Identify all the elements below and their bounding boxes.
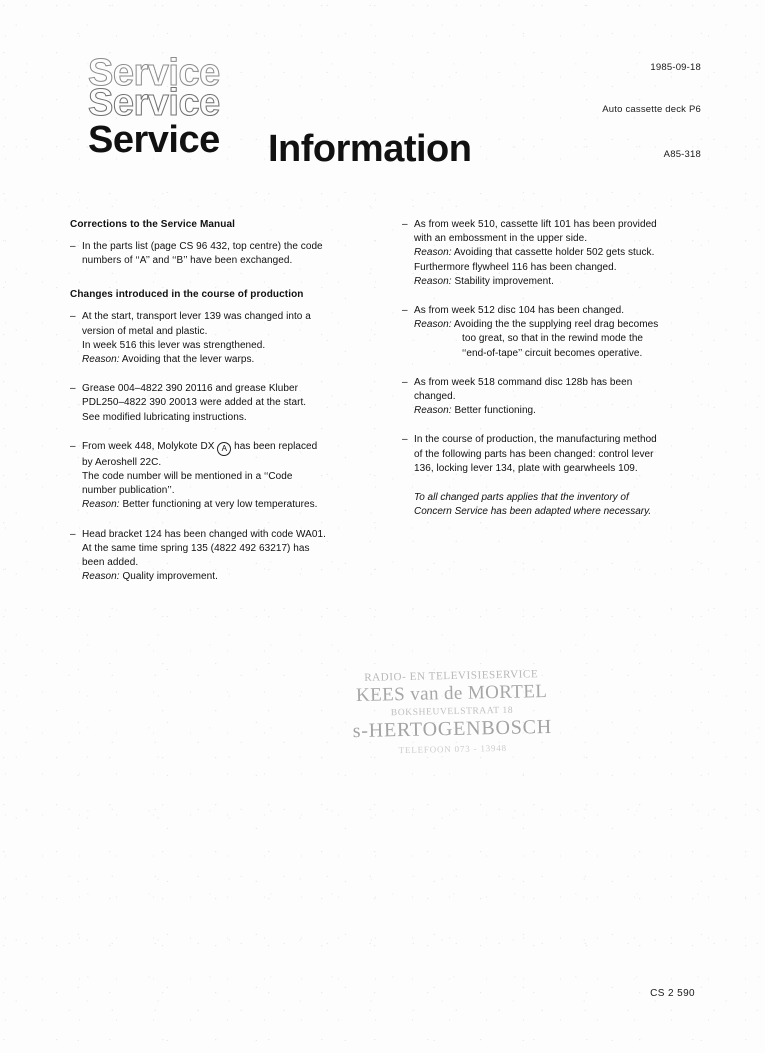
list-item: – Head bracket 124 has been changed with…: [70, 528, 368, 585]
item-line: In the parts list (page CS 96 432, top c…: [82, 241, 323, 252]
reason-label: Reason:: [82, 499, 120, 511]
page-title: Information: [268, 128, 472, 170]
stamp-line-city: s-HERTOGENBOSCH: [352, 715, 553, 743]
document-date: 1985-09-18: [650, 62, 701, 73]
circled-a-icon: A: [217, 441, 232, 456]
bullet-dash: –: [70, 528, 76, 540]
reason-text: Avoiding that cassette holder 502 gets s…: [451, 247, 655, 259]
bullet-dash: –: [402, 376, 408, 388]
list-item: – As from week 510, cassette lift 101 ha…: [402, 218, 700, 289]
reason-text: Better functioning at very low temperatu…: [119, 499, 318, 511]
reason-label: Reason:: [414, 275, 452, 287]
list-item: – As from week 512 disc 104 has been cha…: [402, 304, 700, 361]
body-columns: Corrections to the Service Manual – In t…: [70, 218, 700, 599]
document-code: A85-318: [663, 149, 701, 160]
item-line: numbers of ‘‘A’’ and ‘‘B’’ have been exc…: [82, 255, 293, 267]
item-line: From week 448, Molykote DX A has been re…: [82, 440, 368, 456]
bullet-dash: –: [70, 440, 76, 452]
item-line: In the course of production, the manufac…: [414, 434, 657, 446]
reason-label: Reason:: [414, 319, 452, 331]
reason-text: Avoiding that the lever warps.: [119, 354, 255, 366]
item-line: number publication’’.: [82, 485, 175, 497]
reason-text: Stability improvement.: [451, 275, 554, 287]
item-line: Head bracket 124 has been changed with c…: [82, 528, 326, 540]
item-line: Grease 004–4822 390 20116 and grease Klu…: [82, 383, 299, 395]
item-line: 136, locking lever 134, plate with gearw…: [414, 462, 638, 474]
reason-line: Reason: Quality improvement.: [82, 570, 368, 584]
reason-line: Reason: Avoiding that cassette holder 50…: [414, 246, 700, 260]
bullet-dash: –: [402, 219, 408, 230]
section-heading-corrections: Corrections to the Service Manual: [70, 219, 236, 230]
item-line: At the same time spring 135 (4822 492 63…: [82, 542, 310, 554]
document-page: Service Service Service Information 1985…: [0, 0, 765, 1053]
reason-line: Reason: Stability improvement.: [414, 275, 700, 289]
masthead-ghost-word-2: Service: [88, 82, 221, 124]
reason-line: Reason: Better functioning at very low t…: [82, 498, 368, 512]
item-line: As from week 510, cassette lift 101 has …: [414, 219, 657, 230]
list-item: – In the parts list (page CS 96 432, top…: [70, 240, 368, 268]
bullet-dash: –: [402, 305, 408, 317]
reason-label: Reason:: [414, 247, 452, 259]
closing-note-line: Concern Service has been adapted where n…: [414, 506, 652, 518]
item-line: by Aeroshell 22C.: [82, 456, 162, 468]
closing-note-line: To all changed parts applies that the in…: [414, 492, 629, 504]
footer-document-code: CS 2 590: [650, 988, 695, 999]
reason-line: Reason: Avoiding the the supplying reel …: [414, 318, 700, 332]
bullet-dash: –: [70, 241, 76, 252]
closing-note: To all changed parts applies that the in…: [402, 491, 700, 519]
reason-label: Reason:: [82, 354, 120, 366]
item-line-text: has been replaced: [231, 440, 318, 452]
reason-text: Avoiding the the supplying reel drag bec…: [451, 319, 659, 331]
item-line-text: From week 448, Molykote DX: [82, 440, 218, 452]
item-line: In week 516 this lever was strengthened.: [82, 339, 266, 351]
item-line: At the start, transport lever 139 was ch…: [82, 311, 311, 323]
reason-text: Better functioning.: [451, 405, 536, 417]
item-line: As from week 518 command disc 128b has b…: [414, 376, 633, 388]
item-line: Furthermore flywheel 116 has been change…: [414, 261, 617, 273]
left-column: Corrections to the Service Manual – In t…: [70, 218, 368, 599]
item-line: version of metal and plastic.: [82, 325, 208, 337]
item-line: See modified lubricating instructions.: [82, 411, 247, 423]
section-heading-changes: Changes introduced in the course of prod…: [70, 289, 304, 301]
product-model: Auto cassette deck P6: [602, 104, 701, 115]
bullet-dash: –: [402, 434, 408, 446]
item-line: of the following parts has been changed:…: [414, 448, 654, 460]
list-item: – In the course of production, the manuf…: [402, 433, 700, 476]
reason-label: Reason:: [82, 571, 120, 583]
reason-continuation: too great, so that in the rewind mode th…: [462, 333, 644, 345]
item-line: with an embossment in the upper side.: [414, 233, 588, 245]
list-item: – As from week 518 command disc 128b has…: [402, 376, 700, 419]
stamp-line-phone: TELEFOON 073 - 13948: [398, 742, 507, 756]
stamp-line-name: KEES van de MORTEL: [355, 681, 548, 707]
dealer-rubber-stamp: RADIO- EN TELEVISIESERVICE KEES van de M…: [337, 668, 567, 757]
reason-label: Reason:: [414, 405, 452, 417]
list-item: – From week 448, Molykote DX A has been …: [70, 440, 368, 513]
item-line: been added.: [82, 557, 139, 569]
reason-text: Quality improvement.: [119, 571, 218, 583]
reason-continuation: ‘‘end-of-tape’’ circuit becomes operativ…: [462, 347, 643, 359]
list-item: – At the start, transport lever 139 was …: [70, 310, 368, 367]
item-line: The code number will be mentioned in a ‘…: [82, 471, 293, 483]
right-column: – As from week 510, cassette lift 101 ha…: [402, 218, 700, 599]
list-item: – Grease 004–4822 390 20116 and grease K…: [70, 382, 368, 425]
item-line: PDL250–4822 390 20013 were added at the …: [82, 397, 307, 409]
reason-line: Reason: Avoiding that the lever warps.: [82, 353, 368, 367]
bullet-dash: –: [70, 383, 76, 395]
header-meta: 1985-09-18 Auto cassette deck P6 A85-318: [602, 62, 701, 160]
reason-line: Reason: Better functioning.: [414, 404, 700, 418]
bullet-dash: –: [70, 311, 76, 323]
item-line: changed.: [414, 391, 456, 403]
item-line: As from week 512 disc 104 has been chang…: [414, 305, 625, 317]
